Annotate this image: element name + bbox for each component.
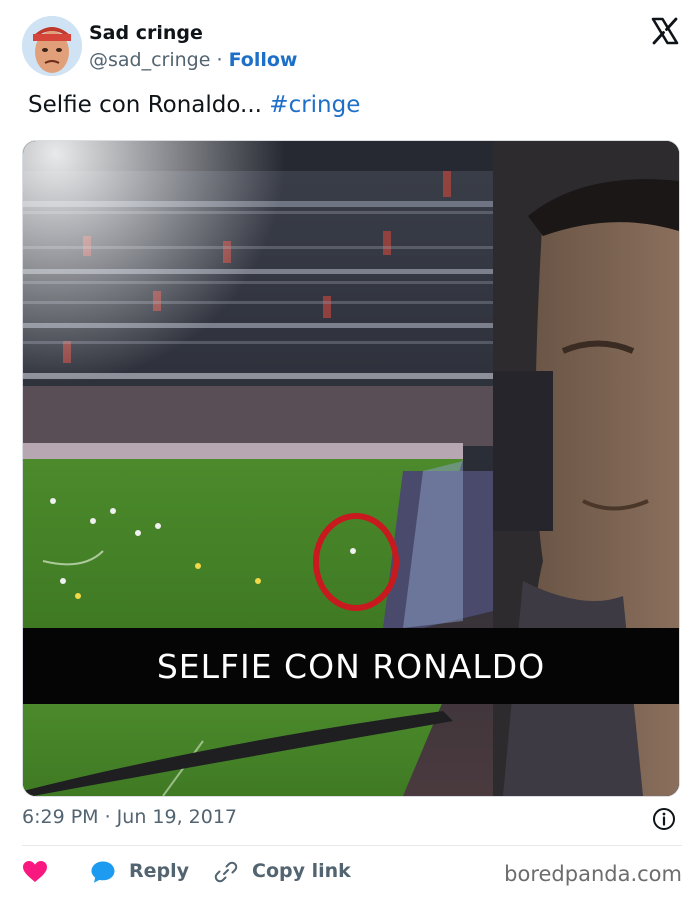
copy-link-button[interactable]: Copy link — [252, 860, 351, 882]
tweet-timestamp[interactable]: 6:29 PM · Jun 19, 2017 — [22, 806, 237, 828]
heart-icon[interactable] — [22, 860, 48, 884]
meme-caption: SELFIE CON RONALDO — [156, 646, 546, 686]
tweet-media[interactable]: SELFIE CON RONALDO — [22, 140, 680, 797]
speech-bubble-icon[interactable] — [90, 860, 116, 884]
info-icon[interactable] — [652, 807, 676, 831]
user-handle[interactable]: @sad_cringe — [89, 49, 210, 71]
tweet-body: Selfie con Ronaldo... — [28, 92, 262, 118]
avatar[interactable] — [22, 16, 82, 76]
meme-caption-bar: SELFIE CON RONALDO — [23, 628, 679, 704]
hashtag-link[interactable]: #cringe — [269, 92, 360, 118]
watermark-text: boredpanda.com — [504, 862, 682, 886]
tweet-header: Sad cringe @sad_cringe · Follow — [22, 16, 682, 78]
separator-dot: · — [216, 49, 223, 71]
divider — [22, 845, 682, 846]
handle-line: @sad_cringe · Follow — [89, 49, 297, 71]
link-icon[interactable] — [214, 860, 238, 884]
tweet-text: Selfie con Ronaldo... #cringe — [28, 92, 360, 118]
x-logo-icon[interactable] — [650, 16, 680, 46]
avatar-image — [22, 16, 82, 76]
reply-button[interactable]: Reply — [129, 860, 189, 882]
display-name[interactable]: Sad cringe — [89, 22, 203, 44]
follow-button[interactable]: Follow — [229, 49, 298, 71]
